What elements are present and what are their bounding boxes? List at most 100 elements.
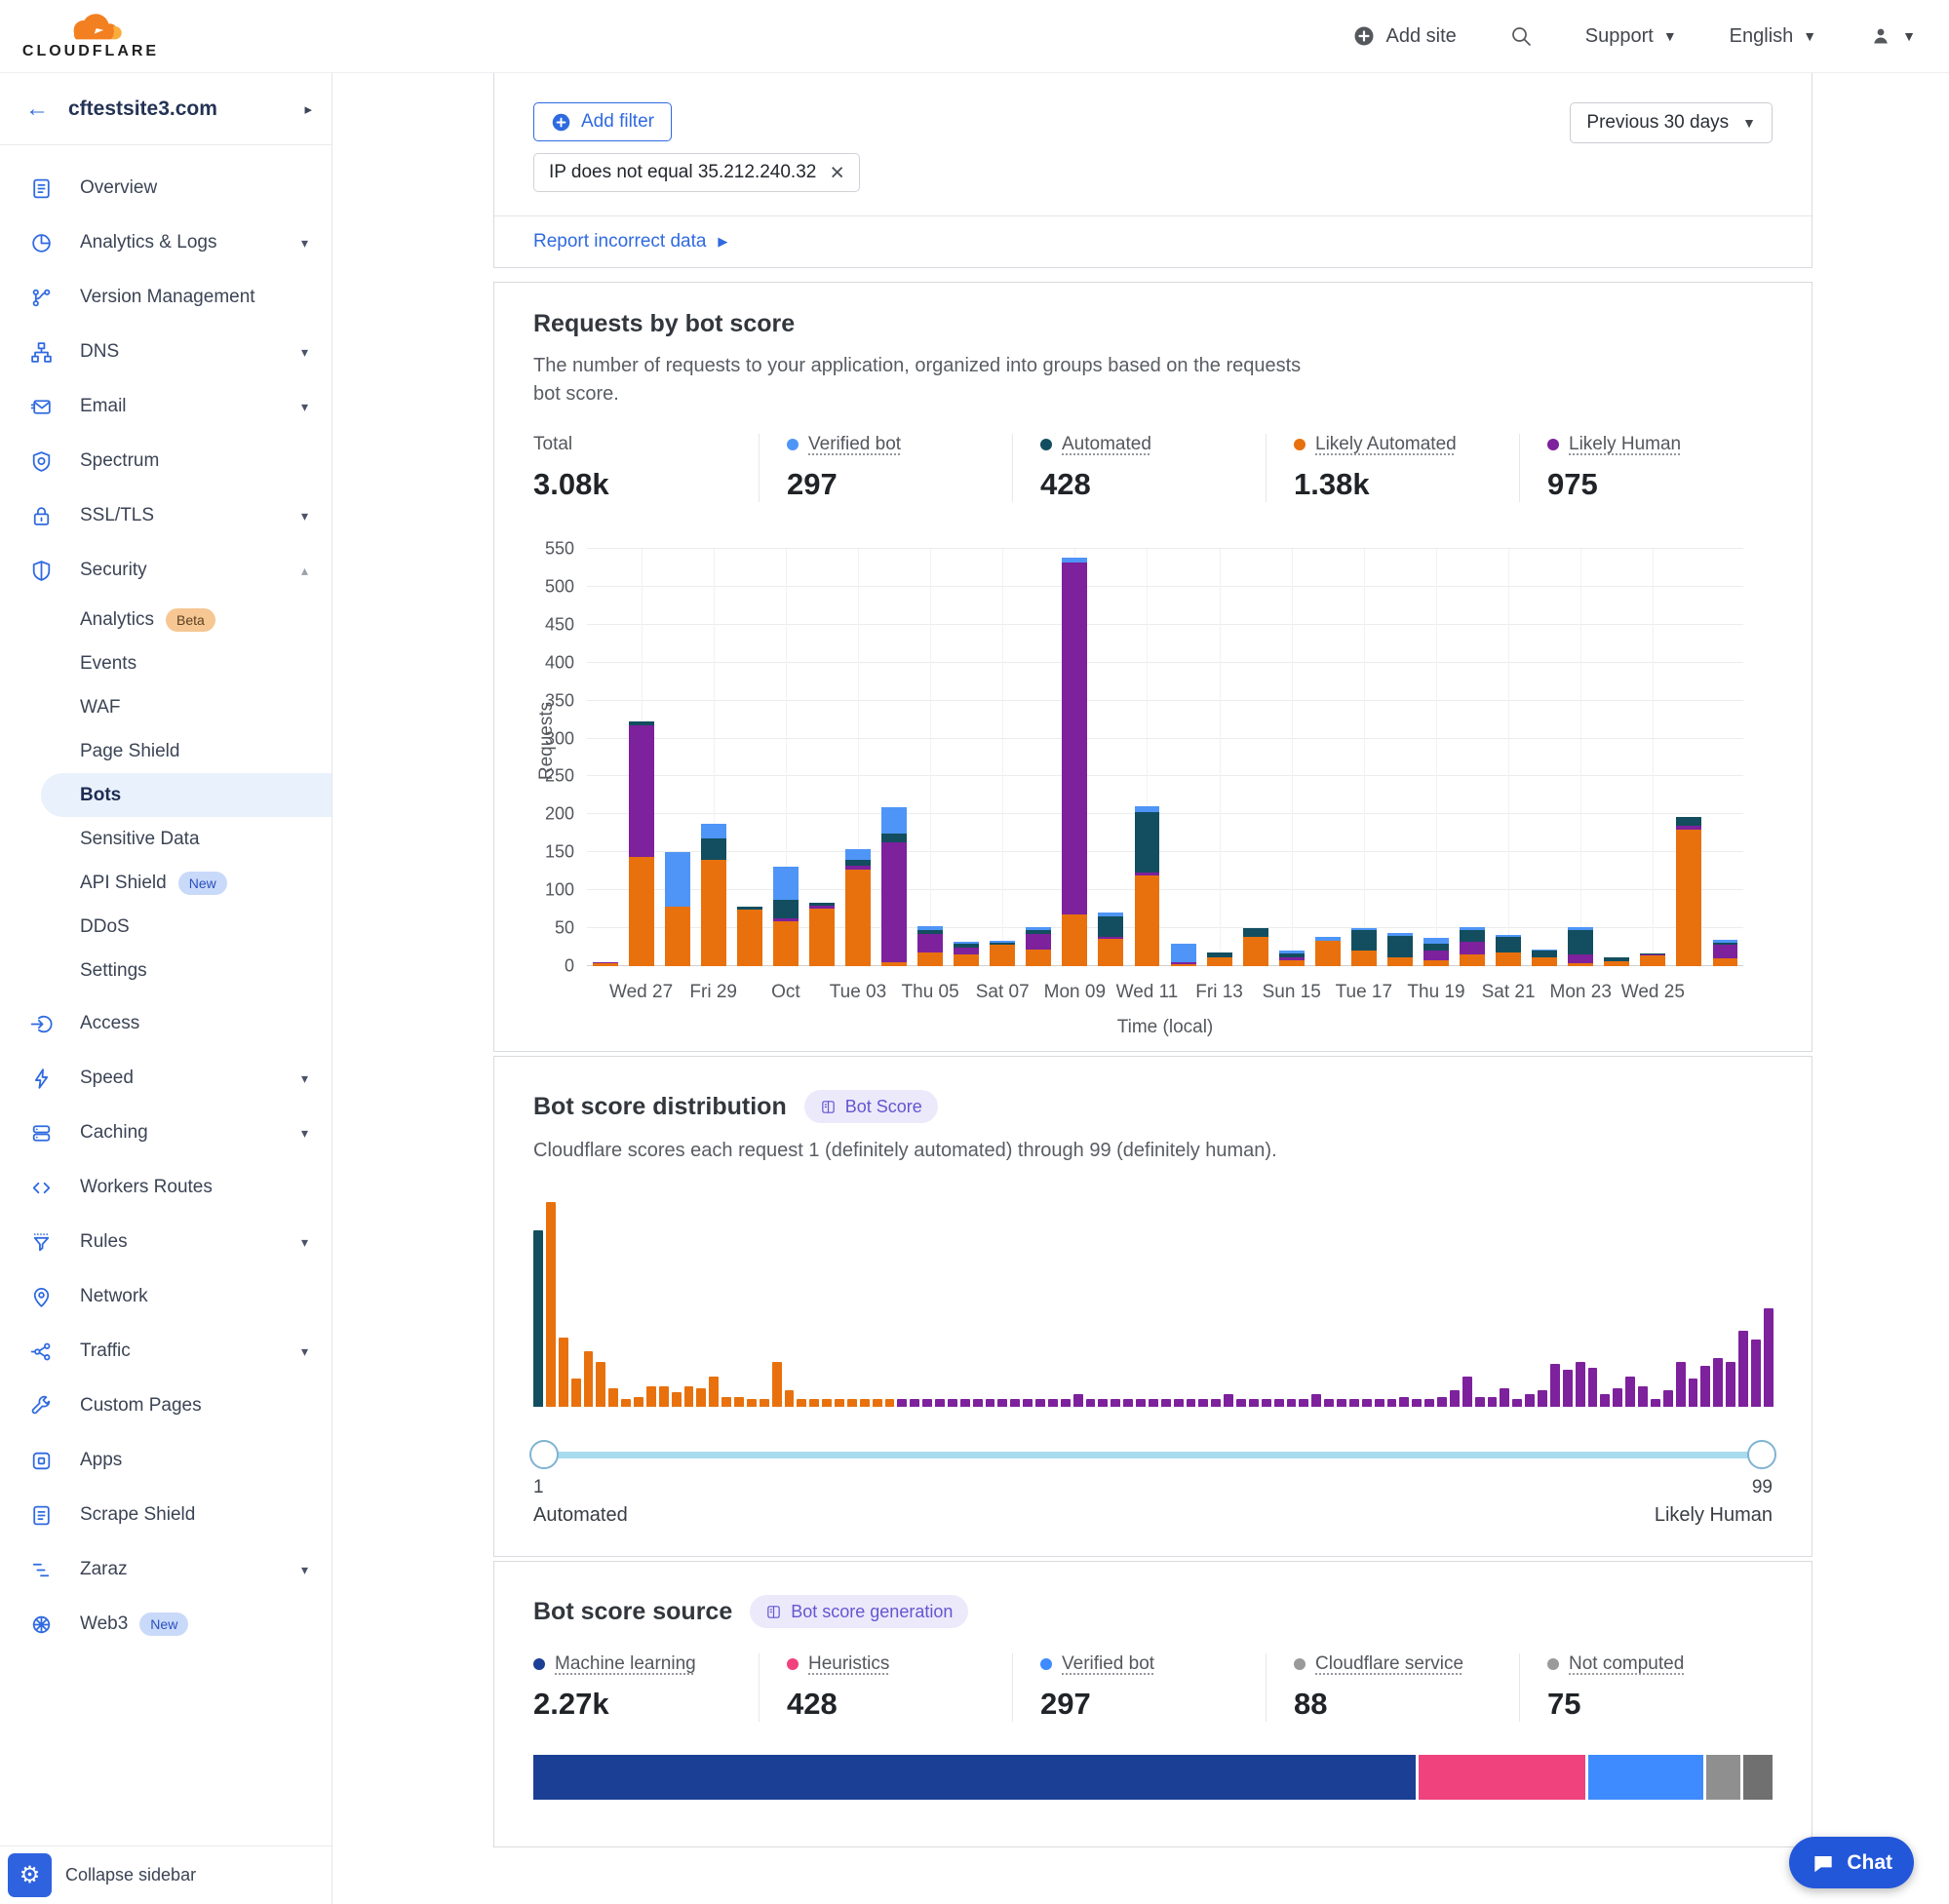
sidebar-item-waf[interactable]: WAF <box>0 685 331 729</box>
sidebar-item-security[interactable]: Security▴ <box>0 543 331 598</box>
sidebar-item-zaraz[interactable]: Zaraz▾ <box>0 1542 331 1597</box>
analytics-logs-icon <box>29 231 54 255</box>
bar-slot <box>1382 549 1418 966</box>
sidebar-item-network[interactable]: Network <box>0 1269 331 1324</box>
report-incorrect-data-link[interactable]: Report incorrect data ▶ <box>494 215 1812 267</box>
bar-segment-likely_automated <box>990 945 1015 966</box>
histogram-bar <box>1563 1370 1573 1407</box>
y-tick-label: 450 <box>545 614 574 635</box>
sidebar-item-email[interactable]: Email▾ <box>0 379 331 434</box>
bar-slot <box>949 549 985 966</box>
histogram-bar <box>1249 1399 1259 1407</box>
chat-button[interactable]: Chat <box>1789 1837 1914 1888</box>
close-icon[interactable]: × <box>830 161 844 185</box>
y-tick-label: 0 <box>565 956 574 977</box>
sidebar-item-caching[interactable]: Caching▾ <box>0 1106 331 1160</box>
filter-chip[interactable]: IP does not equal 35.212.240.32 × <box>533 153 860 192</box>
chevron-down-icon: ▾ <box>301 508 308 525</box>
bar-segment-verified_bot <box>665 852 690 907</box>
bar-segment-likely_human <box>1460 942 1485 954</box>
back-arrow-icon[interactable]: ← <box>25 96 49 123</box>
histogram-bar <box>1375 1399 1384 1407</box>
histogram-bar <box>1475 1397 1485 1408</box>
bot-score-badge[interactable]: Bot Score <box>804 1090 938 1123</box>
bar-segment-automated <box>1496 937 1521 952</box>
date-range-dropdown[interactable]: Previous 30 days ▼ <box>1570 102 1773 143</box>
y-tick-label: 250 <box>545 766 574 787</box>
sidebar-item-speed[interactable]: Speed▾ <box>0 1051 331 1106</box>
sidebar-item-access[interactable]: Access <box>0 996 331 1051</box>
bar-slot <box>1491 549 1527 966</box>
sidebar-item-analytics[interactable]: AnalyticsBeta <box>0 598 331 641</box>
histogram-bar <box>1362 1399 1372 1407</box>
histogram-bar <box>1287 1399 1297 1407</box>
bot-score-histogram <box>533 1192 1773 1407</box>
sidebar-item-api-shield[interactable]: API ShieldNew <box>0 861 331 905</box>
chevron-down-icon: ▾ <box>301 1234 308 1251</box>
cloudflare-logo[interactable]: CLOUDFLARE <box>21 12 160 60</box>
x-tick-label: Wed 27 <box>609 982 673 1003</box>
sidebar-item-page-shield[interactable]: Page Shield <box>0 729 331 773</box>
sidebar-item-web3[interactable]: Web3New <box>0 1597 331 1651</box>
histogram-bar <box>910 1399 919 1407</box>
stacked-bar <box>1387 933 1413 966</box>
sidebar-item-settings[interactable]: Settings <box>0 949 331 992</box>
bot-score-source-card: Bot score source Bot score generation Ma… <box>493 1561 1813 1847</box>
bar-segment-likely_automated <box>1351 951 1377 966</box>
sidebar-item-dns[interactable]: DNS▾ <box>0 325 331 379</box>
sidebar-item-bots[interactable]: Bots <box>41 773 331 817</box>
stacked-bar <box>1460 927 1485 966</box>
slider-track[interactable] <box>533 1452 1773 1458</box>
main-area: Add filter IP does not equal 35.212.240.… <box>333 73 1949 1904</box>
add-filter-button[interactable]: Add filter <box>533 102 672 141</box>
chevron-right-icon[interactable]: ▸ <box>304 100 312 118</box>
histogram-bar <box>1713 1358 1723 1407</box>
sidebar-item-version-management[interactable]: Version Management <box>0 270 331 325</box>
search-button[interactable] <box>1509 24 1533 48</box>
legend-dot-icon <box>1040 439 1052 450</box>
sidebar-item-sensitive-data[interactable]: Sensitive Data <box>0 817 331 861</box>
language-menu[interactable]: English ▼ <box>1730 25 1816 48</box>
sidebar-item-ssl-tls[interactable]: SSL/TLS▾ <box>0 488 331 543</box>
user-menu[interactable]: ▼ <box>1869 24 1916 48</box>
stacked-bar <box>809 903 835 966</box>
stacked-bar <box>1279 951 1305 966</box>
sidebar-item-label: Analytics <box>80 609 154 631</box>
histogram-bar <box>1651 1399 1660 1407</box>
sidebar-item-workers-routes[interactable]: Workers Routes <box>0 1160 331 1215</box>
histogram-bar <box>584 1351 594 1407</box>
bar-slot <box>731 549 767 966</box>
histogram-bar <box>1726 1362 1735 1407</box>
sidebar-item-spectrum[interactable]: Spectrum <box>0 434 331 488</box>
histogram-bar <box>1149 1399 1158 1407</box>
sidebar-item-label: API Shield <box>80 873 167 894</box>
sidebar-item-overview[interactable]: Overview <box>0 161 331 215</box>
sidebar-item-scrape-shield[interactable]: Scrape Shield <box>0 1488 331 1542</box>
sidebar-item-ddos[interactable]: DDoS <box>0 905 331 949</box>
add-site-button[interactable]: Add site <box>1352 24 1456 48</box>
histogram-bar <box>1488 1397 1498 1408</box>
sidebar-footer: ⚙ Collapse sidebar <box>0 1846 331 1904</box>
histogram-bar <box>1387 1399 1397 1407</box>
histogram-bar <box>847 1399 857 1407</box>
support-menu[interactable]: Support ▼ <box>1585 25 1677 48</box>
source-segment-machine-learning <box>533 1755 1416 1800</box>
source-segment-verified-bot <box>1588 1755 1703 1800</box>
legend-dot-icon <box>787 1658 799 1670</box>
histogram-bar <box>1437 1397 1447 1408</box>
collapse-sidebar-button[interactable]: Collapse sidebar <box>65 1865 196 1885</box>
bot-score-generation-badge[interactable]: Bot score generation <box>750 1595 968 1628</box>
sidebar-item-apps[interactable]: Apps <box>0 1433 331 1488</box>
slider-handle-min[interactable] <box>529 1440 559 1469</box>
sidebar-item-custom-pages[interactable]: Custom Pages <box>0 1379 331 1433</box>
sidebar-item-rules[interactable]: Rules▾ <box>0 1215 331 1269</box>
slider-handle-max[interactable] <box>1747 1440 1776 1469</box>
sidebar-item-traffic[interactable]: Traffic▾ <box>0 1324 331 1379</box>
sidebar-item-analytics-logs[interactable]: Analytics & Logs▾ <box>0 215 331 270</box>
settings-gear-button[interactable]: ⚙ <box>8 1853 52 1897</box>
stacked-bar <box>1135 806 1160 966</box>
site-selector[interactable]: ← cftestsite3.com ▸ <box>0 73 331 145</box>
bar-segment-automated <box>881 834 907 842</box>
sidebar-item-events[interactable]: Events <box>0 641 331 685</box>
histogram-bar <box>935 1399 945 1407</box>
